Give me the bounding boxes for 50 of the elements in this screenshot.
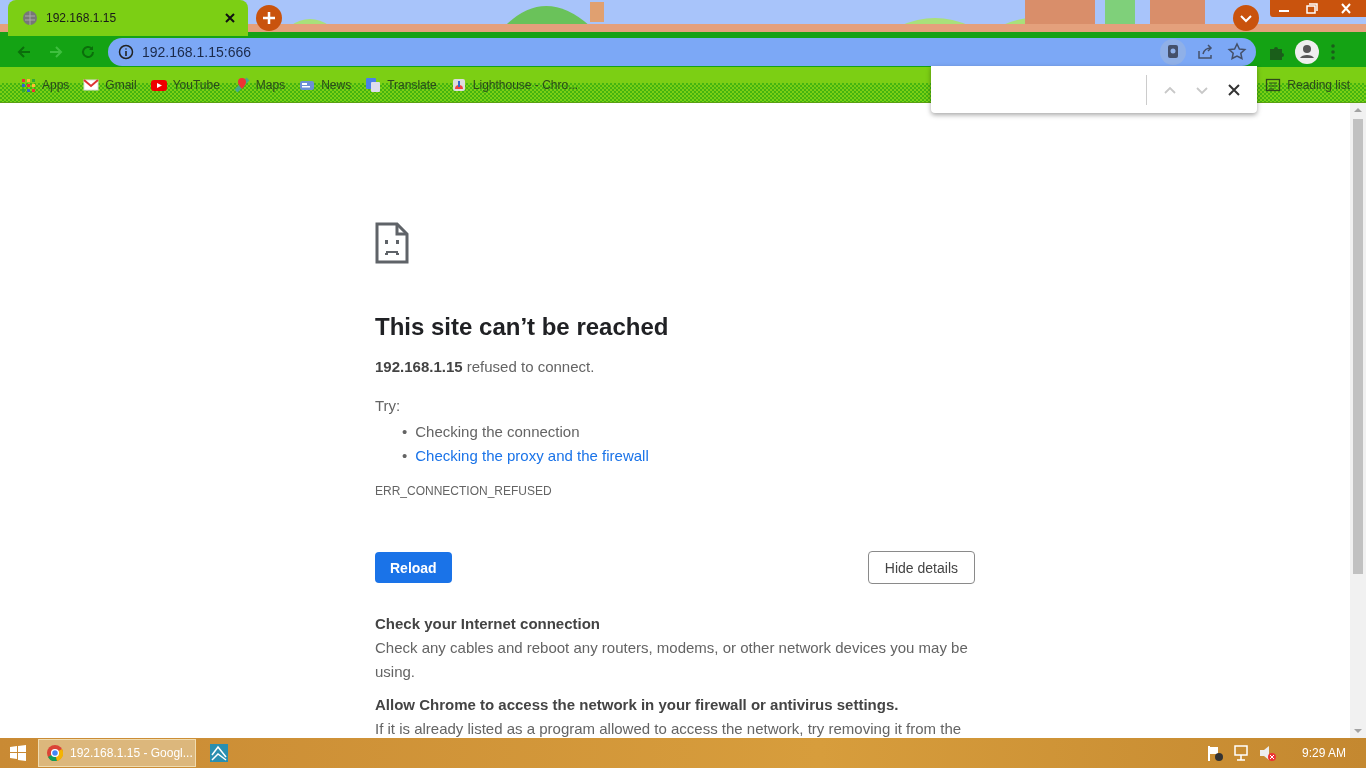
suggestion-link[interactable]: Checking the proxy and the firewall (415, 447, 649, 465)
tab[interactable]: 192.168.1.15 (8, 0, 248, 36)
new-tab-icon[interactable] (256, 5, 282, 31)
try-label: Try: (375, 396, 402, 416)
details-heading: Allow Chrome to access the network in your firewall or antivirus settings. (375, 695, 900, 715)
suggestion-item: Checking the connection (415, 423, 580, 441)
translate-icon (365, 76, 382, 93)
bookmark[interactable]: Lighthouse - Chro... (444, 73, 585, 96)
speaker-icon[interactable] (1257, 744, 1276, 762)
lighthouse-icon (450, 76, 467, 93)
info-icon (118, 43, 134, 60)
details-text: If it is already listed as a program allowed to access the network, try removing it from the (375, 719, 963, 738)
scroll-thumb[interactable] (1353, 119, 1363, 574)
back-icon[interactable] (16, 43, 32, 60)
app-icon (209, 743, 229, 763)
bullet: • (402, 423, 408, 441)
bookmark[interactable]: YouTube (144, 73, 226, 96)
tab-title: 192.168.1.15 (46, 11, 118, 25)
error-title: This site can’t be reached (375, 312, 670, 342)
page-search-icon[interactable] (1160, 38, 1186, 65)
network-icon[interactable] (1231, 744, 1250, 762)
reading-list-button[interactable]: Reading list (1259, 73, 1356, 96)
flag-icon[interactable] (1205, 744, 1224, 762)
map-icon (233, 76, 250, 93)
menu-icon[interactable] (1328, 41, 1338, 62)
apps-icon (20, 76, 36, 93)
details-button[interactable]: Hide details (867, 551, 975, 584)
clock[interactable]: 9:29 AM (1301, 746, 1346, 760)
windows-start-icon[interactable] (10, 745, 26, 761)
bookmark[interactable]: Gmail (77, 73, 143, 96)
profile-icon[interactable] (1295, 39, 1319, 64)
tab-search-icon[interactable] (1233, 5, 1259, 31)
bookmark[interactable]: Maps (227, 73, 292, 96)
bookmark[interactable]: Translate (359, 73, 443, 96)
chrome-icon (47, 745, 63, 761)
bullet: • (402, 447, 408, 465)
globe-icon (22, 10, 38, 26)
reload-icon[interactable] (80, 43, 96, 60)
bookmark[interactable]: Apps (14, 73, 76, 96)
bookmark[interactable]: News (293, 73, 358, 96)
url-text: 192.168.1.15:666 (142, 43, 252, 60)
sad-page-icon (375, 222, 409, 264)
reload-button[interactable]: Reload (375, 552, 452, 583)
address-bar[interactable]: 192.168.1.15:666 (108, 37, 1256, 66)
reading-list-icon (1265, 76, 1282, 93)
details-heading: Check your Internet connection (375, 614, 602, 634)
error-message: 192.168.1.15 refused to connect. (375, 357, 596, 377)
details-text: Check any cables and reboot any routers, modems, or other network devices you may be using. (375, 638, 969, 682)
error-code: ERR_CONNECTION_REFUSED (375, 483, 553, 499)
mail-icon (83, 76, 100, 93)
